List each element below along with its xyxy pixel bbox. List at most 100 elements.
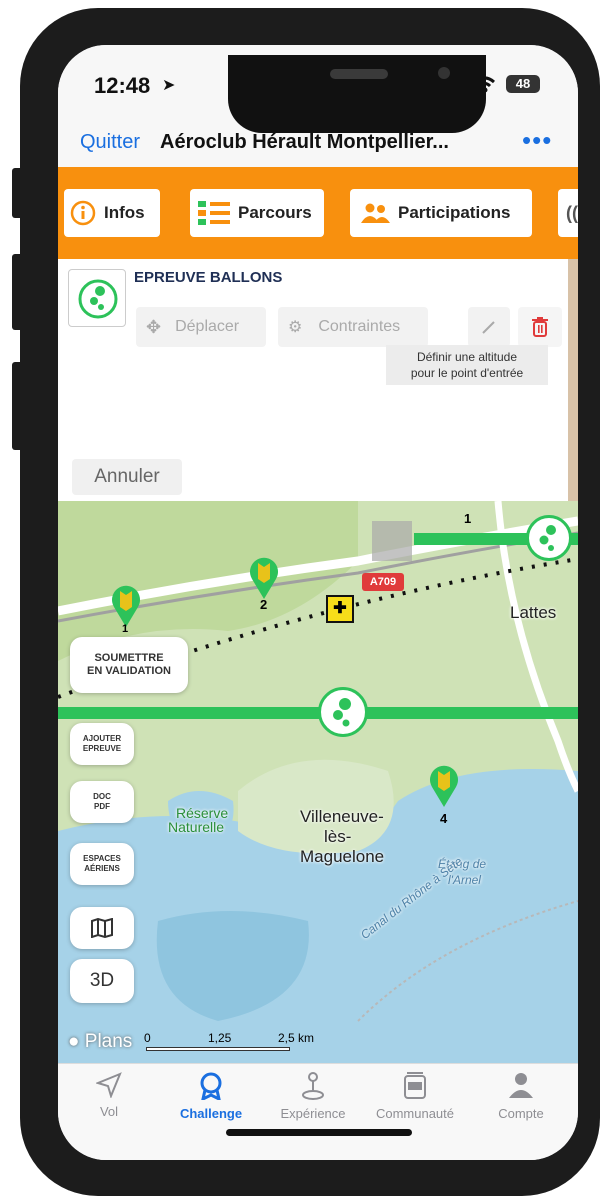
volume-down-button [12, 362, 24, 450]
tab-infos[interactable]: Infos [64, 189, 160, 237]
tab-parcours[interactable]: Parcours [190, 189, 324, 237]
tab-infos-label: Infos [104, 203, 145, 222]
constraints-button[interactable]: ⚙ Contraintes [278, 307, 428, 347]
bottom-tab-challenge[interactable]: Challenge [166, 1072, 256, 1121]
community-icon [404, 1072, 426, 1099]
marker-number: 1 [464, 511, 472, 526]
marker-number: 2 [260, 597, 268, 612]
bottom-tab-label: Expérience [280, 1106, 346, 1121]
bottom-tab-label: Communauté [375, 1106, 455, 1121]
event-title: EPREUVE BALLONS [134, 269, 283, 286]
place-label-villeneuve: lès- [324, 827, 352, 846]
balloon-icon [333, 698, 351, 727]
doc-line-1: DOC [93, 792, 111, 801]
place-label-lattes: Lattes [510, 603, 557, 622]
speaker [330, 69, 388, 79]
doc-line-2: PDF [94, 802, 110, 811]
airspace-button[interactable]: ESPACES AÉRIENS [70, 843, 134, 885]
submit-validation-button[interactable]: SOUMETTRE EN VALIDATION [70, 637, 188, 693]
more-menu-button[interactable]: ••• [522, 125, 552, 156]
map-marker[interactable]: 1 [108, 581, 144, 635]
tab-more[interactable]: (( [558, 189, 578, 237]
bottom-tab-account[interactable]: Compte [476, 1072, 566, 1121]
bottom-tab-label: Challenge [179, 1106, 243, 1121]
quit-button[interactable]: Quitter [80, 131, 140, 154]
list-icon [198, 201, 230, 225]
volume-up-button [12, 254, 24, 330]
map-view[interactable]: ✚ A709 1 2 1 4 Lattes Villeneuve- lès- M… [58, 501, 578, 1063]
trash-icon [532, 317, 548, 337]
settings-icon: ⚙ [288, 319, 303, 336]
map-scale: 0 1,25 2,5 km [144, 1031, 314, 1051]
submit-line-1: SOUMETTRE [94, 652, 164, 664]
tab-participations[interactable]: Participations [350, 189, 532, 237]
map-marker[interactable]: 2 [246, 553, 282, 612]
edit-button[interactable] [468, 307, 510, 347]
delete-button[interactable] [518, 307, 562, 347]
event-logo [68, 269, 126, 327]
move-button[interactable]: ✥ Déplacer [136, 307, 266, 347]
tab-parcours-label: Parcours [238, 203, 312, 222]
airspace-line-2: AÉRIENS [84, 864, 120, 873]
apple-logo-icon: ● [68, 1031, 80, 1052]
notch [228, 55, 486, 133]
place-label-reserve: Naturelle [168, 819, 225, 835]
front-camera [438, 67, 450, 79]
plane-arrow-icon [96, 1072, 122, 1098]
tooltip-line-1: Définir une altitude [416, 350, 518, 364]
balloon-icon [539, 525, 556, 551]
bottom-tab-community[interactable]: Communauté [370, 1072, 460, 1121]
marker-number: 1 [122, 623, 129, 635]
info-circle-icon [70, 200, 96, 226]
balloon-event-icon [78, 279, 118, 319]
status-time: 12:48 [94, 73, 151, 98]
tab-bar: Infos Parcours Participations (( [58, 167, 578, 259]
route-point-main[interactable] [318, 687, 368, 737]
scale-label-1: 1,25 [208, 1031, 232, 1045]
point-of-interest-icon[interactable]: ✚ [326, 595, 354, 623]
tab-participations-label: Participations [398, 203, 511, 222]
ribbon-icon [200, 1072, 222, 1100]
move-label: Déplacer [175, 318, 240, 335]
phone-screen: 12:48 ➤ 48 Quitter Aéroclub Hérault Mont… [58, 45, 578, 1160]
doc-pdf-button[interactable]: DOC PDF [70, 781, 134, 823]
airspace-line-1: ESPACES [83, 854, 121, 863]
bottom-tab-label: Vol [99, 1104, 119, 1119]
bottom-tab-vol[interactable]: Vol [64, 1072, 154, 1119]
move-icon: ✥ [146, 316, 162, 337]
cancel-button[interactable]: Annuler [72, 459, 182, 495]
scale-bar [146, 1047, 290, 1051]
marker-pin-icon [250, 557, 278, 599]
map-marker[interactable]: 4 [426, 761, 462, 826]
scale-label-2: 2,5 km [278, 1031, 315, 1045]
altitude-tooltip[interactable]: Définir une altitude pour le point d'ent… [386, 345, 548, 385]
3d-toggle-button[interactable]: 3D [70, 959, 134, 1003]
marker-pin-icon [112, 585, 140, 627]
scale-label-0: 0 [144, 1031, 151, 1045]
event-panel: EPREUVE BALLONS ✥ Déplacer ⚙ Contraintes… [58, 259, 578, 501]
constraints-label: Contraintes [318, 318, 401, 335]
person-icon [509, 1073, 533, 1098]
page-title: Aéroclub Hérault Montpellier... [160, 131, 449, 153]
marker-pin-icon [430, 765, 458, 807]
radio-signal-icon: (( [566, 202, 578, 223]
map-attribution: ● Plans [68, 1031, 132, 1053]
tooltip-line-2: pour le point d'entrée [410, 366, 524, 380]
route-point-top[interactable] [526, 515, 572, 561]
road-sign: A709 [362, 573, 404, 591]
place-label-villeneuve: Maguelone [300, 847, 385, 866]
bottom-tab-label: Compte [498, 1106, 544, 1121]
bottom-tab-experience[interactable]: Expérience [268, 1072, 358, 1121]
mute-switch [12, 168, 24, 218]
battery-icon: 48 [506, 75, 540, 93]
location-arrow-icon: ➤ [162, 77, 176, 94]
map-type-button[interactable] [70, 907, 134, 949]
add-line-2: EPREUVE [82, 744, 122, 753]
place-label-etang: l'Arnel [448, 873, 481, 887]
joystick-icon [302, 1072, 324, 1100]
add-event-button[interactable]: AJOUTER EPREUVE [70, 723, 134, 765]
submit-line-2: EN VALIDATION [87, 665, 171, 677]
people-icon [361, 203, 390, 223]
home-indicator [226, 1129, 412, 1136]
add-line-1: AJOUTER [82, 734, 122, 743]
